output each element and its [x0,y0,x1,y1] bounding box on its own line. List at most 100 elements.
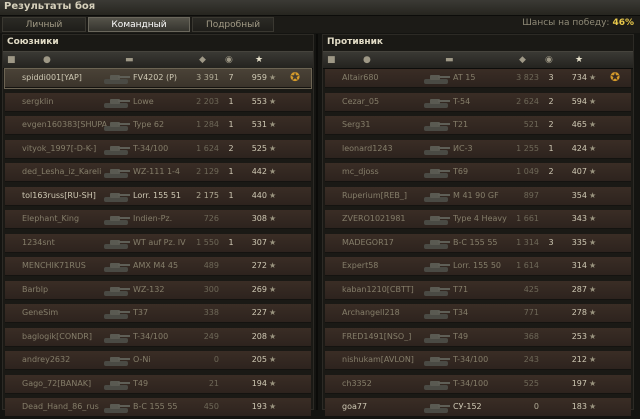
enemies-row[interactable]: Ruperium[REB_] M 41 90 GF 897 354 ★ [325,186,631,206]
allies-row[interactable]: Barblp WZ-132 300 269 ★ [5,280,311,300]
player-name[interactable]: nishukam[AVLON] [342,355,428,364]
experience-value: 253 [571,331,587,341]
player-name[interactable]: baglogik[CONDR] [22,332,108,341]
player-name[interactable]: mc_djoss [342,167,428,176]
player-name[interactable]: spiddi001[YAP] [22,73,108,82]
allies-row[interactable]: 1234snt WT auf Pz. IV 1 550 1 307 ★ [5,233,311,253]
enemies-row[interactable]: ch3352 T-34/100 525 197 ★ [325,374,631,394]
damage-value: 425 [523,284,539,294]
enemies-row[interactable]: mc_djoss T69 1 049 2 407 ★ [325,163,631,182]
platoon-slot [6,401,16,413]
enemies-row[interactable]: nishukam[AVLON] T-34/100 243 212 ★ [325,351,631,370]
player-name[interactable]: Dead_Hand_86_rus [22,402,108,411]
enemies-row[interactable]: Expert58 Lorr. 155 50 1 614 314 ★ [325,257,631,276]
allies-row[interactable]: vityok_1997[-D-K-] T-34/100 1 624 2 525 ★ [5,139,311,159]
enemies-row[interactable]: goa77 СУ-152 0 183 ★ [325,398,631,417]
player-icon[interactable]: ● [43,54,51,66]
player-name[interactable]: Ruperium[REB_] [342,191,428,200]
medal-icon[interactable]: ✪ [290,70,300,84]
kills-icon[interactable]: ◉ [225,54,233,66]
allies-row[interactable]: MENCHIK71RUS AMX M4 45 489 272 ★ [5,257,311,276]
star-icon: ★ [589,167,597,176]
kills-value: 1 [228,190,234,200]
tank-icon [421,189,451,203]
experience-icon[interactable]: ★ [575,54,583,66]
allies-row[interactable]: Dead_Hand_86_rus B-C 155 55 450 193 ★ [5,398,311,417]
player-name[interactable]: MENCHIK71RUS [22,261,108,270]
player-name[interactable]: sergklin [22,97,108,106]
player-name[interactable]: ch3352 [342,379,428,388]
vehicle-name: T-34/100 [133,331,169,341]
damage-icon[interactable]: ◆ [199,54,206,66]
damage-icon[interactable]: ◆ [519,54,526,66]
kills-icon[interactable]: ◉ [545,54,553,66]
enemies-row[interactable]: leonard1243 ИС-3 1 255 1 424 ★ [325,139,631,159]
enemies-row[interactable]: ZVERO1021981 Type 4 Heavy 1 661 343 ★ [325,210,631,229]
platoon-icon[interactable]: ■ [327,54,336,66]
player-name[interactable]: andrey2632 [22,355,108,364]
allies-row[interactable]: Elephant_King Indien-Pz. 726 308 ★ [5,210,311,229]
tab-detailed-report[interactable]: Подробный отчёт [192,17,274,45]
tank-icon [421,283,451,297]
allies-row[interactable]: baglogik[CONDR] T-34/100 249 208 ★ [5,327,311,347]
tank-icon[interactable]: ▬ [125,54,134,66]
star-icon: ★ [589,402,597,411]
platoon-slot [326,72,336,84]
player-name[interactable]: 1234snt [22,238,108,247]
enemies-row[interactable]: Altair680 AT 15 3 823 3 734 ★ ✪ [325,69,631,88]
player-name[interactable]: Expert58 [342,261,428,270]
player-name[interactable]: Cezar_05 [342,97,428,106]
player-name[interactable]: tol163russ[RU-SH] [22,191,108,200]
star-icon: ★ [589,331,597,341]
player-name[interactable]: Serg31 [342,120,428,129]
allies-row[interactable]: spiddi001[YAP] FV4202 (P) 3 391 7 959 ★ ✪ [4,68,312,89]
platoon-slot [6,72,16,84]
medal-icon[interactable]: ✪ [610,70,620,84]
enemies-row[interactable]: Cezar_05 T-54 2 624 2 594 ★ [325,92,631,112]
tank-icon[interactable]: ▬ [445,54,454,66]
platoon-slot [6,284,16,296]
player-name[interactable]: Gago_72[BANAK] [22,379,108,388]
enemies-row[interactable]: MADEGOR17 B-C 155 55 1 314 3 335 ★ [325,233,631,253]
experience-value: 424 [571,143,587,153]
player-name[interactable]: ded_Lesha_iz_Kareli [22,167,108,176]
allies-row[interactable]: evgen160383[SHUPA] Type 62 1 284 1 531 ★ [5,116,311,135]
tank-icon [421,71,451,85]
enemies-row[interactable]: FRED1491[NSO_] T49 368 253 ★ [325,327,631,347]
player-name[interactable]: evgen160383[SHUPA] [22,120,108,129]
damage-value: 1 049 [516,167,539,176]
player-name[interactable]: GeneSim [22,308,108,317]
player-name[interactable]: Altair680 [342,73,428,82]
platoon-slot [6,307,16,319]
enemies-row[interactable]: Archangell218 T34 771 278 ★ [325,304,631,323]
allies-row[interactable]: Gago_72[BANAK] T49 21 194 ★ [5,374,311,394]
allies-row[interactable]: andrey2632 O-Ni 0 205 ★ [5,351,311,370]
enemies-row[interactable]: kaban1210[CBTT] T71 425 287 ★ [325,280,631,300]
allies-row[interactable]: ded_Lesha_iz_Kareli WZ-111 1-4 2 129 1 442 ★ [5,163,311,182]
tab-personal-result[interactable]: Личный результат [2,17,86,45]
player-name[interactable]: goa77 [342,402,428,411]
experience-value: 287 [571,284,587,294]
damage-value: 2 175 [196,190,219,200]
player-name[interactable]: kaban1210[CBTT] [342,285,428,294]
player-name[interactable]: Archangell218 [342,308,428,317]
allies-row[interactable]: GeneSim T37 338 227 ★ [5,304,311,323]
player-name[interactable]: ZVERO1021981 [342,214,428,223]
enemies-header: Противник [323,35,633,50]
player-name[interactable]: Barblp [22,285,108,294]
platoon-icon[interactable]: ■ [7,54,16,66]
player-name[interactable]: vityok_1997[-D-K-] [22,144,108,153]
player-name[interactable]: Elephant_King [22,214,108,223]
player-icon[interactable]: ● [363,54,371,66]
experience-icon[interactable]: ★ [255,54,263,66]
player-name[interactable]: MADEGOR17 [342,238,428,247]
tab-team-result[interactable]: Командный результат [88,17,190,45]
player-name[interactable]: FRED1491[NSO_] [342,332,428,341]
tank-icon [101,353,131,367]
allies-row[interactable]: tol163russ[RU-SH] Lorr. 155 51 2 175 1 440 ★ [5,186,311,206]
allies-row[interactable]: sergklin Lowe 2 203 1 553 ★ [5,92,311,112]
tank-icon [421,330,451,344]
enemies-row[interactable]: Serg31 T21 521 2 465 ★ [325,116,631,135]
player-name[interactable]: leonard1243 [342,144,428,153]
star-icon: ★ [589,308,597,317]
